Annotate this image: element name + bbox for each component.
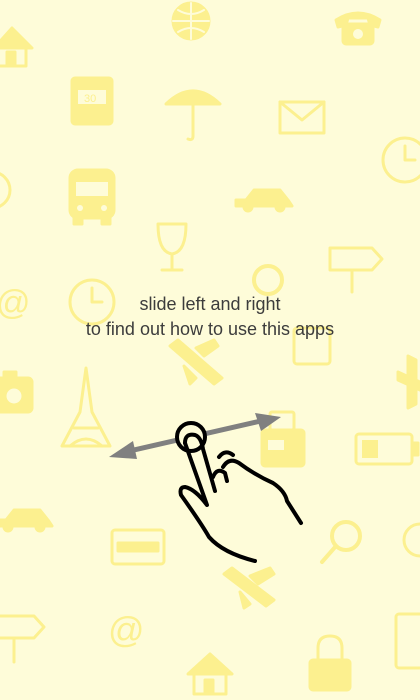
- clock-icon: [402, 522, 420, 558]
- signpost-icon: [328, 246, 384, 294]
- magnifier-icon: [320, 520, 362, 564]
- envelope-icon: [278, 100, 326, 135]
- wine-glass-icon: [156, 222, 188, 272]
- airplane-icon: [168, 338, 224, 386]
- battery-icon: [354, 432, 420, 466]
- umbrella-icon: [164, 89, 222, 142]
- telephone-icon: [334, 11, 382, 46]
- tutorial-screen[interactable]: 30 @ slide left and right to find out ho…: [0, 0, 420, 700]
- document-icon: [394, 612, 420, 670]
- camera-icon: [0, 370, 34, 414]
- signpost-icon: [0, 614, 46, 664]
- eiffel-tower-icon: [60, 366, 112, 448]
- at-sign-icon: @: [108, 609, 145, 650]
- hint-line-1: slide left and right: [139, 294, 281, 314]
- hand-pointer-icon: [175, 421, 303, 563]
- clock-icon: [381, 136, 420, 184]
- swipe-gesture-illustration: [109, 413, 303, 563]
- magnifier-icon: [252, 264, 284, 296]
- padlock-icon: [308, 634, 352, 692]
- bus-icon: [68, 168, 116, 226]
- house-icon: [186, 652, 234, 696]
- icon-pattern-background: 30 @: [0, 1, 420, 696]
- airplane-icon: [396, 354, 420, 410]
- calendar-icon: 30: [70, 76, 114, 126]
- globe-icon: [171, 1, 211, 41]
- car-icon: [234, 188, 294, 213]
- hint-line-2: to find out how to use this apps: [85, 319, 335, 339]
- svg-text:@: @: [108, 609, 145, 650]
- tutorial-hint: slide left and right to find out how to …: [0, 292, 420, 342]
- house-icon: [0, 26, 34, 68]
- car-icon: [0, 508, 54, 533]
- clock-icon: [0, 172, 12, 208]
- svg-text:30: 30: [84, 93, 96, 105]
